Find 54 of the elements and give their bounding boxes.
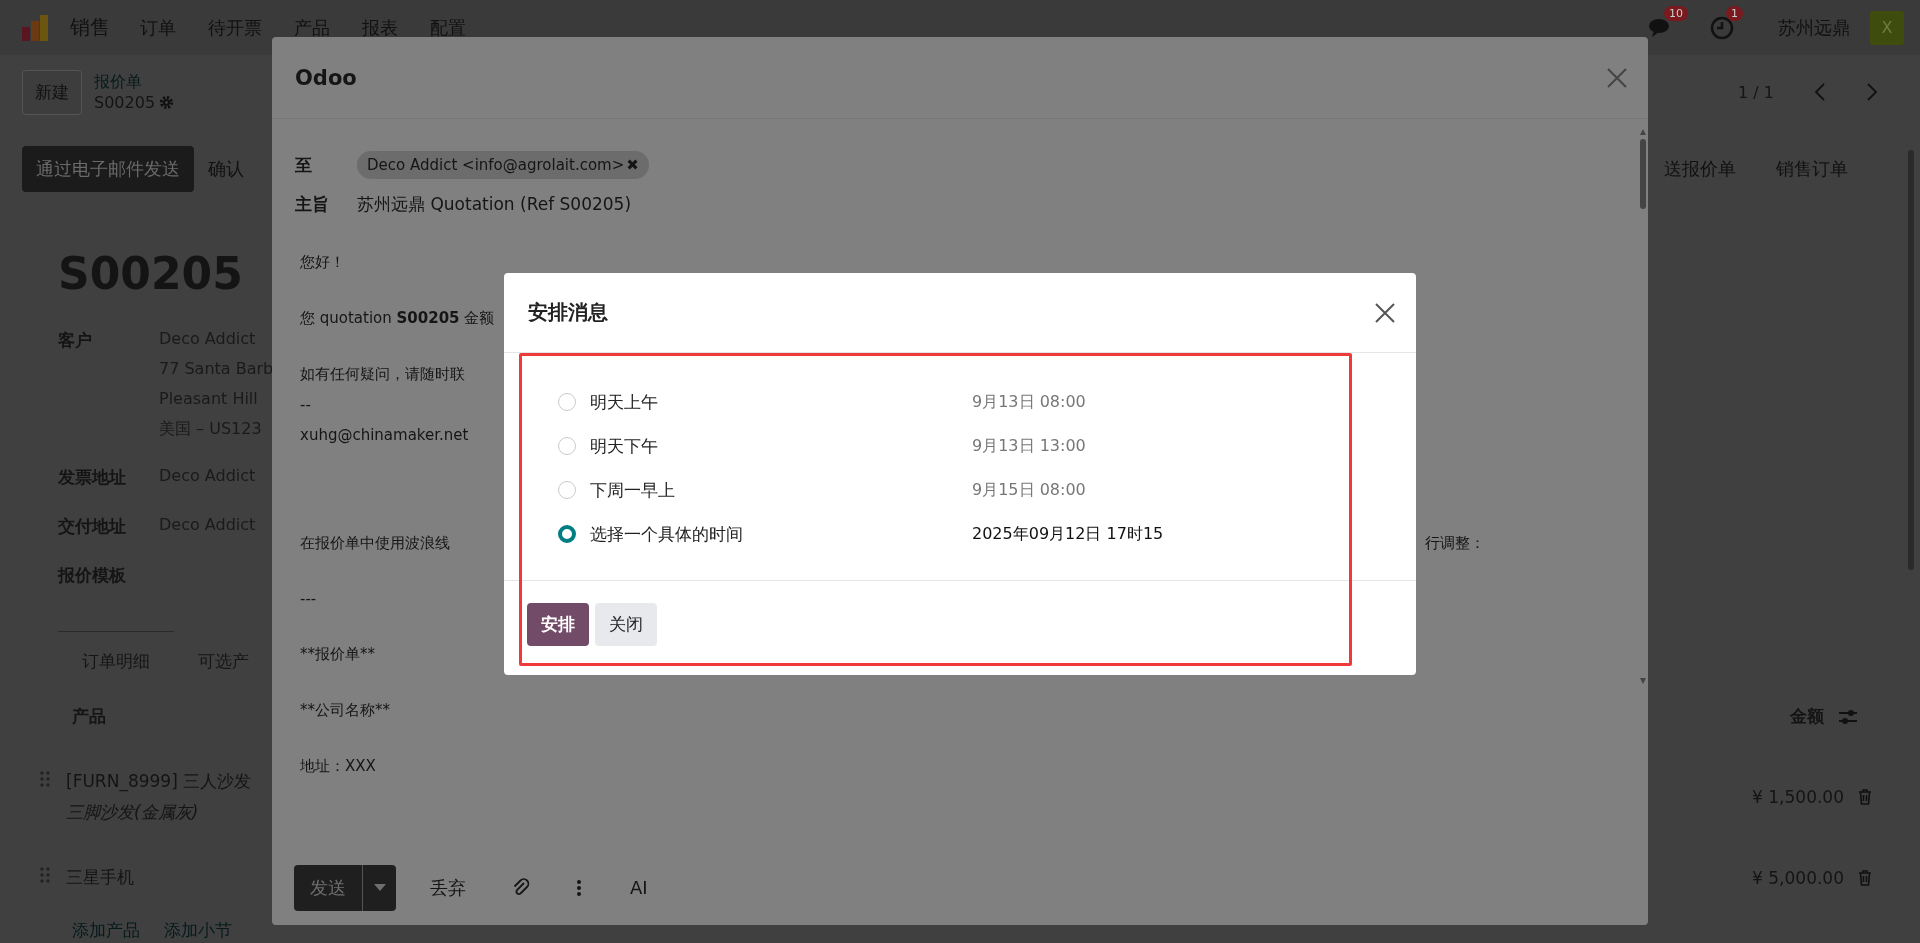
drag-handle-icon[interactable] [40,866,50,884]
dialog-button[interactable]: 关闭 [595,603,657,646]
field-label: 至 [295,153,313,177]
dropdown-toggle[interactable] [362,864,396,911]
chevron-left-icon[interactable] [1814,83,1826,101]
body-text: 行调整： [1425,534,1485,553]
body-text: **公司名称** [300,701,390,720]
option-label[interactable]: 选择一个具体的时间 [590,522,972,546]
discard-button[interactable]: 丢弃 [418,867,478,908]
clock-icon[interactable] [1710,15,1734,40]
body-text: **报价单** [300,645,375,664]
send-button[interactable]: 发送 [294,864,362,911]
gear-icon[interactable] [159,95,175,110]
add-line-link[interactable]: 添加产品 [72,919,140,942]
action-button[interactable]: 通过电子邮件发送 [22,146,194,192]
app-logo-icon[interactable] [20,12,50,43]
option-time: 9月13日 13:00 [972,435,1086,457]
sliders-icon[interactable] [1838,707,1858,726]
body-text: 如有任何疑问，请随时联 [300,365,465,384]
dialog-title: 安排消息 [528,299,608,326]
option-label[interactable]: 下周一早上 [590,478,972,502]
field-label: 主旨 [295,193,330,216]
notification-badge: 10 [1664,5,1688,21]
close-icon[interactable] [1374,301,1396,324]
caret-icon [373,884,386,891]
notification-badge: 1 [1726,5,1743,21]
signature-text: -- [300,396,311,414]
body-text: 地址：XXX [300,757,376,776]
subject-field[interactable]: 苏州远鼎 Quotation (Ref S00205) [357,193,632,216]
option-time: 2025年09月12日 17时15 [972,523,1164,545]
body-text: 您 quotation S00205 金额 [300,309,495,328]
remove-tag-icon[interactable]: ✖ [626,156,639,174]
option-label[interactable]: 明天上午 [590,390,972,414]
chevron-right-icon[interactable] [1866,83,1878,101]
scrollbar[interactable] [1640,129,1646,684]
drag-handle-icon[interactable] [40,770,50,788]
add-line-link[interactable]: 添加小节 [164,919,232,942]
trash-icon[interactable] [1858,869,1872,886]
recipient-tag[interactable]: Deco Addict <info@agrolait.com>✖ [357,151,649,179]
body-text: 在报价单中使用波浪线 [300,534,450,553]
body-text: 您好！ [300,253,345,272]
radio-button[interactable] [558,525,576,543]
option-time: 9月13日 08:00 [972,391,1086,413]
breadcrumb-link[interactable]: 报价单 [94,72,175,93]
paperclip-icon[interactable] [512,877,530,898]
body-text: --- [300,590,317,608]
dialog-title: Odoo [295,65,357,90]
trash-icon[interactable] [1858,789,1872,805]
dialog-button[interactable]: 安排 [527,603,589,646]
kebab-menu-icon[interactable] [576,878,582,897]
option-time: 9月15日 08:00 [972,479,1086,501]
ai-button[interactable]: AI [618,869,660,906]
signature-text: xuhg@chinamaker.net [300,426,469,444]
option-label[interactable]: 明天下午 [590,434,972,458]
